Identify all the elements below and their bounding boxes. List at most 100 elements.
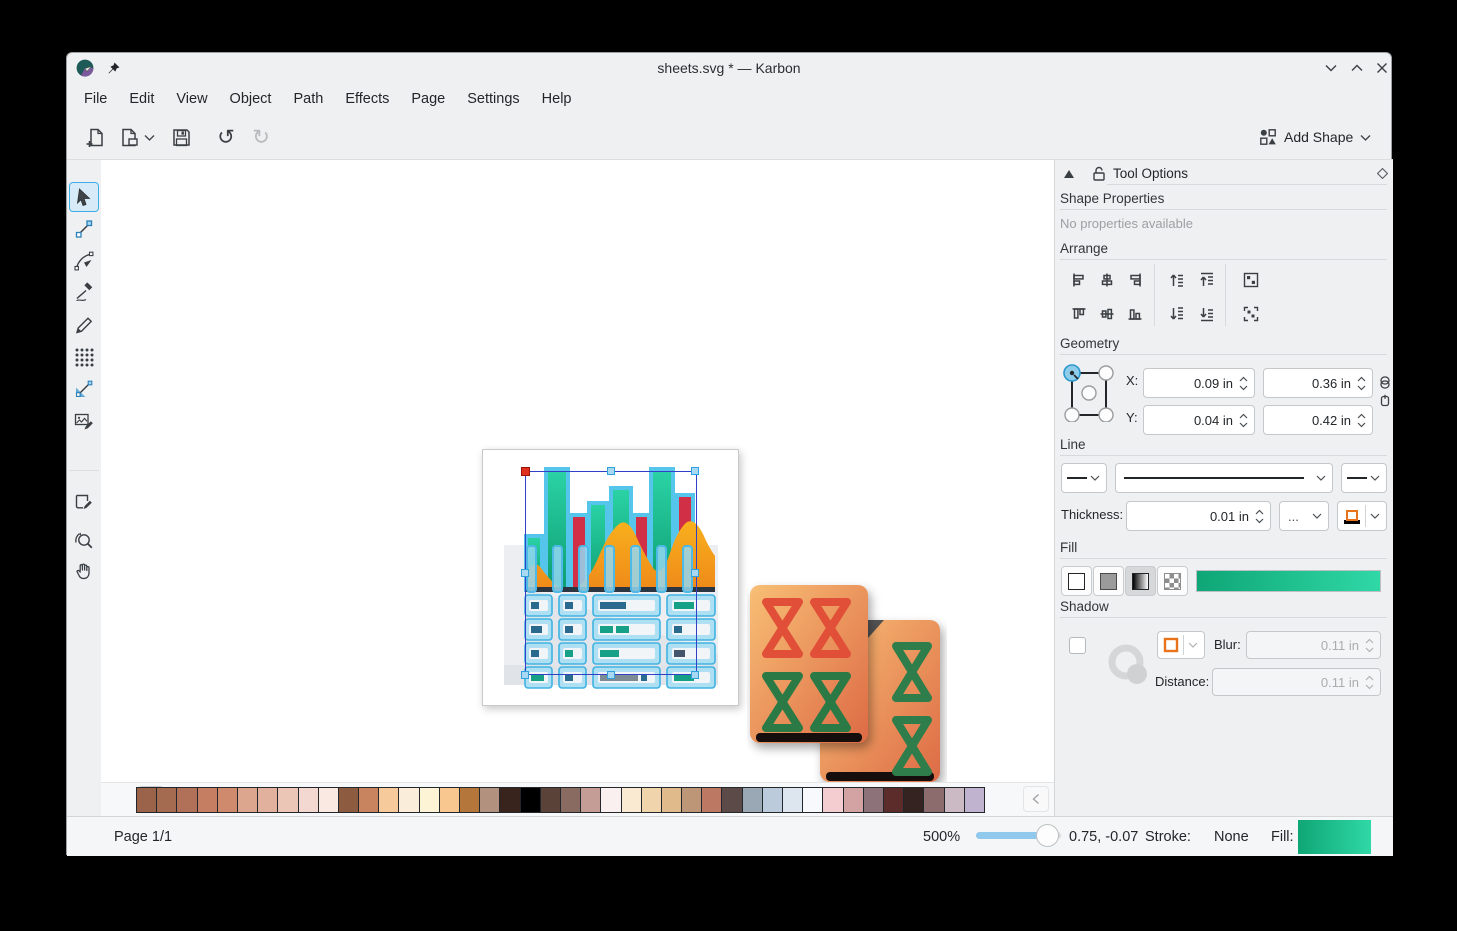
cap-join-select[interactable]: [1337, 501, 1387, 531]
ungroup-button[interactable]: [1237, 300, 1264, 327]
lower-to-bottom-button[interactable]: [1163, 300, 1190, 327]
maximize-chevron-icon[interactable]: [1350, 62, 1364, 74]
palette-swatch[interactable]: [601, 788, 621, 812]
open-document-button[interactable]: [115, 123, 143, 151]
line-end-marker-select[interactable]: [1341, 463, 1387, 493]
palette-swatch[interactable]: [844, 788, 864, 812]
align-bottom-button[interactable]: [1121, 300, 1148, 327]
palette-swatch[interactable]: [884, 788, 904, 812]
palette-swatch[interactable]: [521, 788, 541, 812]
shadow-enable-checkbox[interactable]: [1069, 637, 1086, 654]
palette-swatch[interactable]: [722, 788, 742, 812]
raise-button[interactable]: [1193, 266, 1220, 293]
zoom-tool[interactable]: [69, 526, 99, 556]
new-document-button[interactable]: [81, 123, 109, 151]
thickness-spinner-arrows-icon[interactable]: [1254, 507, 1265, 526]
edit-shapes-tool[interactable]: [69, 214, 99, 244]
shade-chevron-icon[interactable]: [1324, 62, 1338, 74]
selection-handle-bottomleft[interactable]: [521, 671, 529, 679]
palette-swatch[interactable]: [803, 788, 823, 812]
selection-handle-bottom[interactable]: [607, 671, 615, 679]
y-spinner-arrows-icon[interactable]: [1238, 411, 1249, 430]
group-button[interactable]: [1237, 266, 1264, 293]
align-top-button[interactable]: [1065, 300, 1092, 327]
canvas[interactable]: [101, 159, 1054, 782]
palette-swatch[interactable]: [581, 788, 601, 812]
selection-rectangle[interactable]: [525, 471, 697, 675]
line-style-select[interactable]: [1115, 463, 1333, 493]
palette-swatch[interactable]: [500, 788, 520, 812]
palette-swatch[interactable]: [299, 788, 319, 812]
pattern-tool[interactable]: [69, 342, 99, 372]
undo-button[interactable]: ↺: [212, 123, 240, 151]
blur-input[interactable]: 0.11 in: [1246, 631, 1381, 659]
selection-handle-topright[interactable]: [691, 467, 699, 475]
palette-swatch[interactable]: [480, 788, 500, 812]
palette-swatch[interactable]: [783, 788, 803, 812]
fill-solid-button[interactable]: [1093, 566, 1124, 596]
pan-tool[interactable]: [69, 556, 99, 586]
pencil-tool[interactable]: [69, 310, 99, 340]
titlebar[interactable]: sheets.svg * — Karbon: [67, 53, 1391, 83]
palette-swatch[interactable]: [137, 788, 157, 812]
gradient-tool[interactable]: [69, 374, 99, 404]
anchor-position-widget[interactable]: [1063, 362, 1115, 422]
page-edit-tool[interactable]: [69, 486, 99, 516]
palette-swatch[interactable]: [339, 788, 359, 812]
palette-swatch[interactable]: [420, 788, 440, 812]
menu-item-path[interactable]: Path: [282, 87, 334, 111]
menu-item-help[interactable]: Help: [531, 87, 583, 111]
align-hcenter-button[interactable]: [1093, 266, 1120, 293]
shadow-color-select[interactable]: [1157, 631, 1205, 659]
fill-gradient-button[interactable]: [1125, 566, 1156, 596]
palette-swatch[interactable]: [743, 788, 763, 812]
palette-swatch[interactable]: [662, 788, 682, 812]
shadow-angle-dial[interactable]: [1100, 638, 1158, 694]
distance-input[interactable]: 0.11 in: [1212, 668, 1381, 696]
palette-swatch[interactable]: [924, 788, 944, 812]
collapse-docker-icon[interactable]: [1063, 169, 1075, 179]
selection-handle-topleft[interactable]: [521, 467, 530, 476]
y-input[interactable]: 0.04 in: [1143, 405, 1255, 435]
align-left-button[interactable]: [1065, 266, 1092, 293]
palette-swatch[interactable]: [258, 788, 278, 812]
raise-to-top-button[interactable]: [1163, 266, 1190, 293]
align-right-button[interactable]: [1121, 266, 1148, 293]
palette-swatch[interactable]: [460, 788, 480, 812]
float-docker-icon[interactable]: [1377, 168, 1388, 179]
palette-swatch[interactable]: [278, 788, 298, 812]
menu-item-page[interactable]: Page: [400, 87, 456, 111]
palette-swatch[interactable]: [319, 788, 339, 812]
thickness-input[interactable]: 0.01 in: [1126, 501, 1271, 531]
selection-handle-top[interactable]: [607, 467, 615, 475]
menu-item-edit[interactable]: Edit: [118, 87, 165, 111]
zoom-slider-handle[interactable]: [1036, 824, 1059, 847]
select-tool[interactable]: [69, 182, 99, 212]
palette-swatch[interactable]: [238, 788, 258, 812]
height-spinner-arrows-icon[interactable]: [1356, 411, 1367, 430]
open-dropdown-chevron-icon[interactable]: [141, 123, 157, 151]
x-spinner-arrows-icon[interactable]: [1238, 374, 1249, 393]
palette-swatch[interactable]: [561, 788, 581, 812]
keep-aspect-ratio-icon[interactable]: [1379, 376, 1391, 389]
palette-swatch[interactable]: [763, 788, 783, 812]
palette-swatch[interactable]: [823, 788, 843, 812]
lock-icon[interactable]: [1091, 165, 1107, 182]
palette-swatch[interactable]: [682, 788, 702, 812]
width-input[interactable]: 0.36 in: [1263, 368, 1373, 398]
palette-swatch[interactable]: [965, 788, 984, 812]
uniform-scaling-icon[interactable]: [1379, 394, 1391, 407]
width-spinner-arrows-icon[interactable]: [1356, 374, 1367, 393]
palette-swatch[interactable]: [702, 788, 722, 812]
menu-item-view[interactable]: View: [165, 87, 218, 111]
align-vcenter-button[interactable]: [1093, 300, 1120, 327]
menu-item-file[interactable]: File: [73, 87, 118, 111]
palette-swatch[interactable]: [945, 788, 965, 812]
height-input[interactable]: 0.42 in: [1263, 405, 1373, 435]
palette-scroll-left-button[interactable]: [1023, 786, 1049, 812]
palette-swatch[interactable]: [198, 788, 218, 812]
selection-handle-left[interactable]: [521, 569, 529, 577]
palette-swatch[interactable]: [359, 788, 379, 812]
menu-item-object[interactable]: Object: [219, 87, 283, 111]
palette-swatch[interactable]: [864, 788, 884, 812]
